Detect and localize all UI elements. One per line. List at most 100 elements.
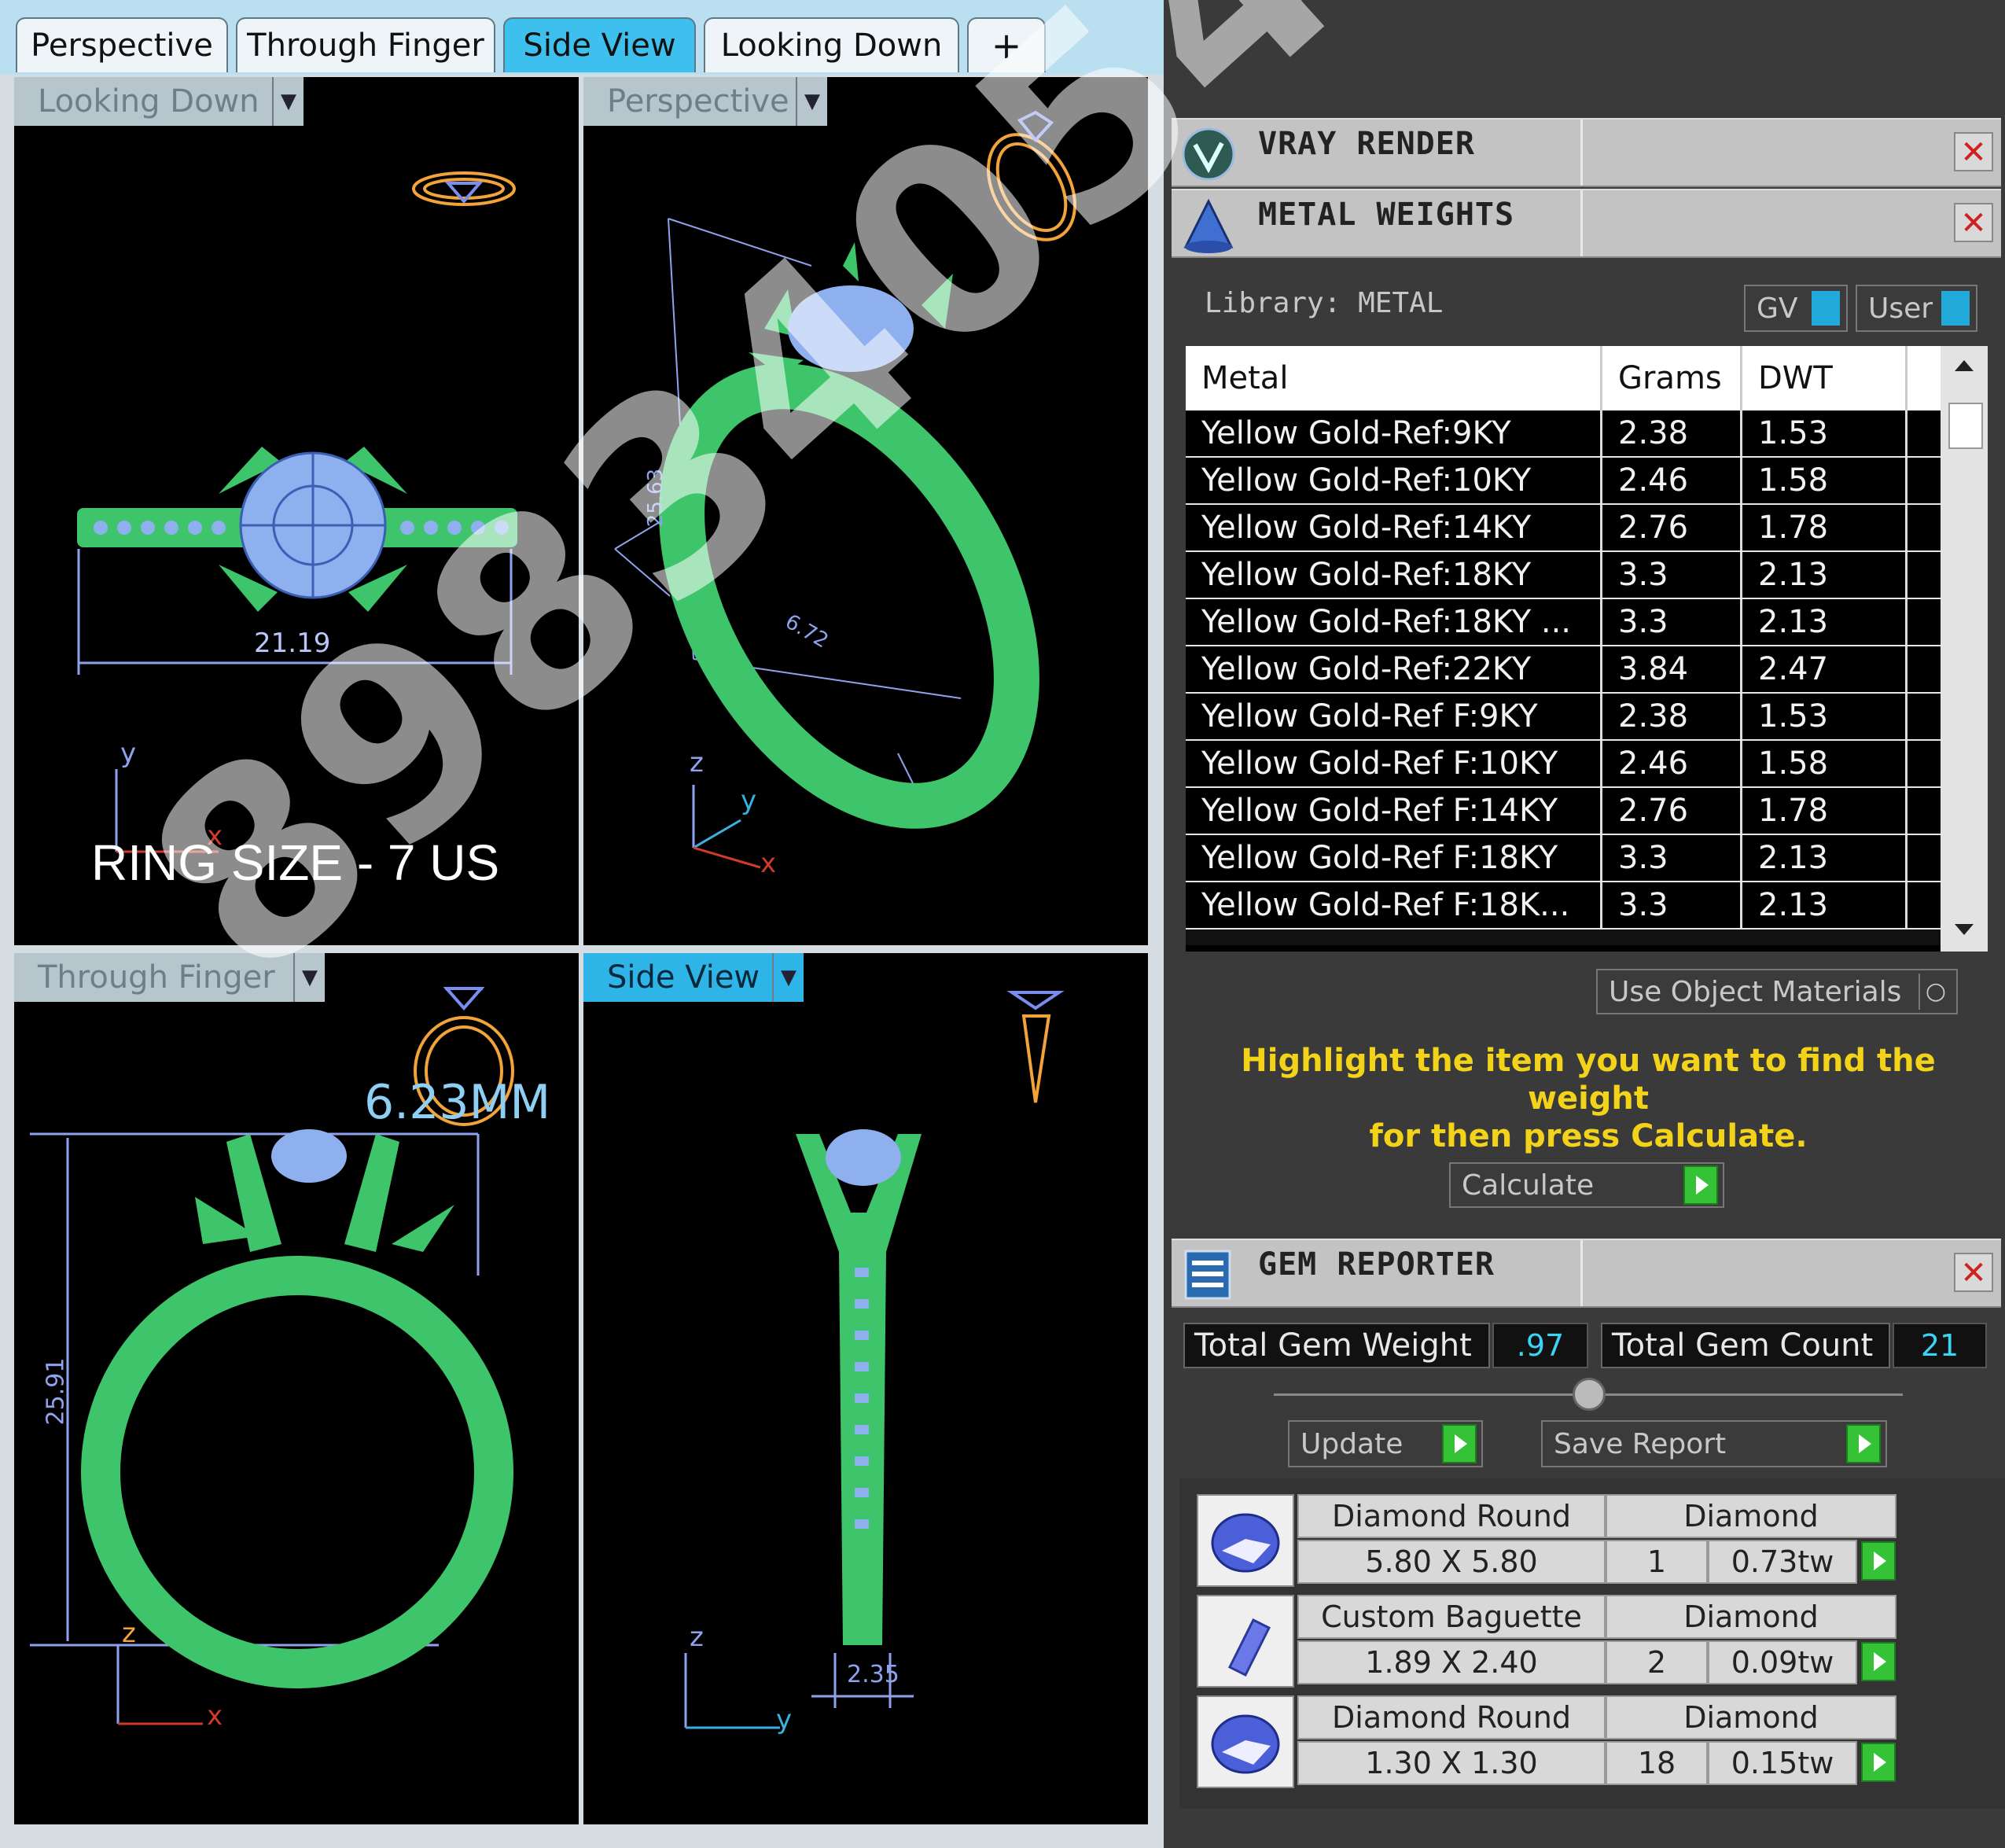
close-icon[interactable]: ✕ xyxy=(1954,132,1993,171)
viewport-perspective[interactable]: 25.63 6.72 z y x Perspective ▼ xyxy=(583,77,1148,945)
table-row[interactable]: Yellow Gold-Ref:22KY 3.84 2.47 xyxy=(1186,646,1941,694)
viewport-through-finger[interactable]: 6.23MM 25.91 z x Through Finger ▼ xyxy=(14,953,579,1824)
round-gem-icon xyxy=(1197,1695,1294,1788)
chevron-down-icon[interactable]: ▼ xyxy=(772,953,804,1002)
height-dimension-label: 25.63 xyxy=(644,468,668,528)
close-icon[interactable]: ✕ xyxy=(1954,203,1993,242)
gem-list-item[interactable]: Custom Baguette Diamond 1.89 X 2.40 2 0.09tw xyxy=(1197,1595,1912,1688)
tab-looking-down[interactable]: Looking Down xyxy=(704,17,959,72)
column-metal[interactable]: Metal xyxy=(1186,346,1602,410)
cell-dwt: 1.58 xyxy=(1742,458,1908,503)
viewport-label-perspective[interactable]: Perspective ▼ xyxy=(583,77,827,126)
tab-perspective[interactable]: Perspective xyxy=(16,17,228,72)
chevron-down-icon[interactable]: ▼ xyxy=(293,953,325,1002)
gem-material: Diamond xyxy=(1606,1595,1896,1639)
viewport-looking-down[interactable]: 21.19 y x RING SIZE - 7 US Looking Down … xyxy=(14,77,579,945)
table-row[interactable]: Yellow Gold-Ref F:18KY 3.3 2.13 xyxy=(1186,835,1941,882)
save-report-button[interactable]: Save Report xyxy=(1541,1420,1887,1467)
table-row[interactable]: Yellow Gold-Ref F:9KY 2.38 1.53 xyxy=(1186,694,1941,741)
center-gem xyxy=(788,285,914,372)
mini-ring-icon xyxy=(1006,991,1065,1103)
metal-weights-header[interactable]: METAL WEIGHTS ✕ xyxy=(1172,189,2001,258)
round-gem-icon xyxy=(1197,1494,1294,1587)
cell-dwt: 1.53 xyxy=(1742,410,1908,456)
add-tab-button[interactable]: + xyxy=(967,17,1046,72)
splitter-handle[interactable] xyxy=(1573,1378,1606,1411)
gv-toggle[interactable]: GV xyxy=(1744,285,1848,332)
viewport-label-text: Through Finger xyxy=(38,959,275,996)
toggle-indicator xyxy=(1812,291,1840,326)
gem-weight: 0.73tw xyxy=(1708,1540,1857,1584)
column-dwt[interactable]: DWT xyxy=(1742,346,1908,410)
gem-shape: Custom Baguette xyxy=(1297,1595,1606,1639)
table-row[interactable]: Yellow Gold-Ref:10KY 2.46 1.58 xyxy=(1186,458,1941,505)
section-title: VRAY RENDER xyxy=(1258,126,1475,162)
calculate-hint: Highlight the item you want to find the … xyxy=(1195,1042,1981,1155)
gem-size: 5.80 X 5.80 xyxy=(1297,1540,1606,1584)
table-row[interactable]: Yellow Gold-Ref:14KY 2.76 1.78 xyxy=(1186,505,1941,552)
cell-dwt: 1.78 xyxy=(1742,505,1908,550)
table-scrollbar[interactable] xyxy=(1941,346,1988,952)
total-gem-count-value: 21 xyxy=(1893,1323,1987,1368)
table-row[interactable]: Yellow Gold-Ref:18KY 3.3 2.13 xyxy=(1186,552,1941,599)
table-row[interactable]: Yellow Gold-Ref F:10KY 2.46 1.58 xyxy=(1186,741,1941,788)
update-label: Update xyxy=(1300,1427,1404,1460)
gem-shape: Diamond Round xyxy=(1297,1494,1606,1538)
tab-through-finger[interactable]: Through Finger xyxy=(236,17,495,72)
cell-metal: Yellow Gold-Ref F:18K... xyxy=(1186,882,1602,928)
axis-gizmo xyxy=(684,1653,780,1729)
chevron-down-icon[interactable]: ▼ xyxy=(796,77,827,126)
calculate-button[interactable]: Calculate xyxy=(1449,1162,1724,1208)
ring-body xyxy=(659,363,1039,829)
update-button[interactable]: Update xyxy=(1288,1420,1483,1467)
ring-top-view-drawing xyxy=(77,171,517,853)
radio-icon: ○ xyxy=(1919,974,1952,1010)
gem-shape: Diamond Round xyxy=(1297,1695,1606,1739)
viewport-label-text: Looking Down xyxy=(38,83,259,120)
close-icon[interactable]: ✕ xyxy=(1954,1253,1993,1292)
viewport-label-looking-down[interactable]: Looking Down ▼ xyxy=(14,77,304,126)
viewport-label-text: Perspective xyxy=(607,83,789,120)
gem-reporter-header[interactable]: GEM REPORTER ✕ xyxy=(1172,1239,2001,1308)
table-row[interactable]: Yellow Gold-Ref:18KY ... 3.3 2.13 xyxy=(1186,599,1941,646)
table-row-partial[interactable] xyxy=(1186,930,1941,945)
table-row[interactable]: Yellow Gold-Ref:9KY 2.38 1.53 xyxy=(1186,410,1941,458)
table-header: Metal Grams DWT xyxy=(1186,346,1941,410)
axis-z-label: z xyxy=(122,1618,136,1649)
viewport-label-side-view[interactable]: Side View ▼ xyxy=(583,953,804,1002)
user-toggle[interactable]: User xyxy=(1856,285,1977,332)
chevron-down-icon[interactable]: ▼ xyxy=(272,77,304,126)
gem-select-play-icon[interactable] xyxy=(1861,1642,1896,1681)
gem-list-item[interactable]: Diamond Round Diamond 5.80 X 5.80 1 0.73tw xyxy=(1197,1494,1912,1587)
cell-grams: 2.38 xyxy=(1602,410,1742,456)
ring-perspective-drawing xyxy=(614,110,1076,869)
cell-metal: Yellow Gold-Ref F:10KY xyxy=(1186,741,1602,786)
use-object-materials-toggle[interactable]: Use Object Materials ○ xyxy=(1596,969,1958,1014)
scrollbar-thumb[interactable] xyxy=(1948,403,1983,449)
width-dimension-label: 21.19 xyxy=(254,628,331,659)
cell-dwt: 1.78 xyxy=(1742,788,1908,834)
viewport-label-through-finger[interactable]: Through Finger ▼ xyxy=(14,953,325,1002)
tab-side-view[interactable]: Side View xyxy=(503,17,696,72)
scroll-down-icon[interactable] xyxy=(1955,924,1974,935)
gem-select-play-icon[interactable] xyxy=(1861,1743,1896,1782)
gem-list-item[interactable]: Diamond Round Diamond 1.30 X 1.30 18 0.15tw xyxy=(1197,1695,1912,1788)
table-row[interactable]: Yellow Gold-Ref F:14KY 2.76 1.78 xyxy=(1186,788,1941,835)
center-gem xyxy=(239,451,387,599)
gem-select-play-icon[interactable] xyxy=(1861,1541,1896,1581)
vray-render-header[interactable]: VRAY RENDER ✕ xyxy=(1172,118,2001,187)
use-object-materials-label: Use Object Materials xyxy=(1609,975,1902,1008)
column-grams[interactable]: Grams xyxy=(1602,346,1742,410)
library-label: Library: METAL xyxy=(1205,287,1444,319)
axis-y-label: y xyxy=(120,738,137,769)
cell-grams: 2.38 xyxy=(1602,694,1742,739)
cell-grams: 2.46 xyxy=(1602,741,1742,786)
play-icon xyxy=(1442,1424,1477,1463)
cell-metal: Yellow Gold-Ref:22KY xyxy=(1186,646,1602,692)
table-row[interactable]: Yellow Gold-Ref F:18K... 3.3 2.13 xyxy=(1186,882,1941,930)
hint-line-1: Highlight the item you want to find the … xyxy=(1241,1043,1936,1117)
cell-metal: Yellow Gold-Ref F:18KY xyxy=(1186,835,1602,881)
scroll-up-icon[interactable] xyxy=(1955,360,1974,371)
viewport-side-view[interactable]: 2.35 z y Side View ▼ xyxy=(583,953,1148,1824)
axis-y-label: y xyxy=(776,1704,793,1736)
